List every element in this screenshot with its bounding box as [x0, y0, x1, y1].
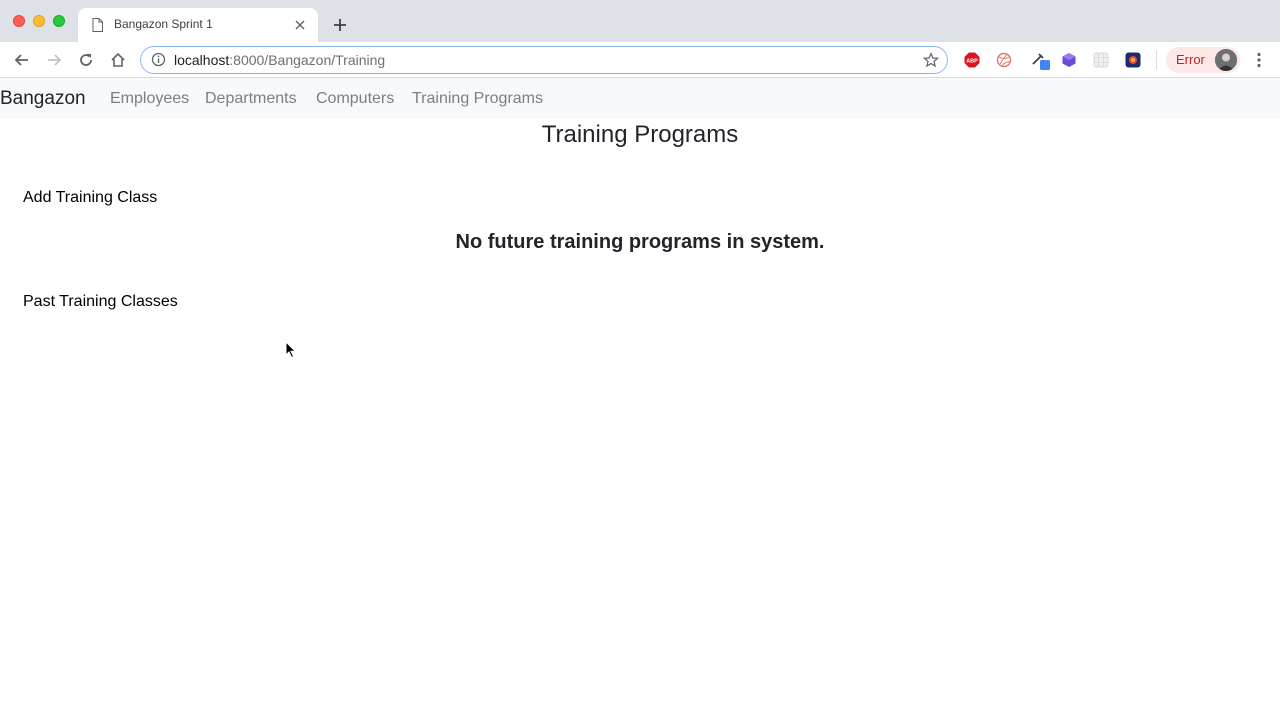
tab-close-icon[interactable]	[292, 17, 308, 33]
toolbar-divider	[1156, 50, 1157, 70]
address-bar[interactable]: localhost:8000/Bangazon/Training	[140, 46, 948, 74]
cube-icon[interactable]	[1061, 52, 1077, 68]
new-tab-icon[interactable]	[331, 16, 349, 34]
more-menu-icon[interactable]	[1252, 51, 1266, 69]
browser-window: Bangazon Sprint 1 localhost:8000/Bangazo…	[0, 0, 1280, 710]
close-window-button[interactable]	[13, 15, 25, 27]
dribbble-like-icon[interactable]	[996, 52, 1012, 68]
add-training-class-link[interactable]: Add Training Class	[23, 189, 157, 207]
reload-icon[interactable]	[77, 51, 95, 69]
nav-link-departments[interactable]: Departments	[205, 90, 297, 108]
swirl-icon[interactable]	[1125, 52, 1141, 68]
avatar-image	[1215, 49, 1237, 71]
url-path: :8000/Bangazon/Training	[229, 52, 386, 68]
tab-title: Bangazon Sprint 1	[114, 17, 213, 31]
brand-link[interactable]: Bangazon	[0, 88, 86, 110]
forward-icon[interactable]	[45, 51, 63, 69]
profile-error-button[interactable]: Error	[1166, 47, 1240, 73]
avatar	[1215, 49, 1237, 71]
maximize-window-button[interactable]	[53, 15, 65, 27]
empty-state-message: No future training programs in system.	[455, 231, 825, 253]
tab-strip: Bangazon Sprint 1	[0, 0, 1280, 42]
minimize-window-button[interactable]	[33, 15, 45, 27]
home-icon[interactable]	[109, 51, 127, 69]
page-content: Bangazon Employees Departments Computers…	[0, 78, 1280, 710]
error-label: Error	[1176, 52, 1205, 67]
nav-link-computers[interactable]: Computers	[316, 90, 394, 108]
page-icon	[92, 18, 103, 32]
nav-link-training-programs[interactable]: Training Programs	[412, 90, 543, 108]
tab-active[interactable]: Bangazon Sprint 1	[78, 8, 318, 42]
grid-icon[interactable]	[1093, 52, 1109, 68]
nav-link-employees[interactable]: Employees	[110, 90, 189, 108]
svg-text:ABP: ABP	[966, 59, 978, 65]
info-icon[interactable]	[151, 52, 166, 67]
past-training-classes-link[interactable]: Past Training Classes	[23, 293, 178, 311]
page-title: Training Programs	[541, 121, 739, 148]
back-icon[interactable]	[13, 51, 31, 69]
url-text[interactable]: localhost:8000/Bangazon/Training	[174, 52, 385, 68]
mouse-cursor-icon	[285, 341, 297, 359]
site-navbar: Bangazon Employees Departments Computers…	[0, 78, 1280, 119]
adblock-icon[interactable]: ABP	[964, 52, 980, 68]
browser-toolbar: localhost:8000/Bangazon/Training ABP Err…	[0, 42, 1280, 78]
eyedropper-icon[interactable]	[1030, 49, 1052, 71]
url-host: localhost	[174, 52, 230, 68]
bookmark-star-icon[interactable]	[923, 52, 939, 68]
